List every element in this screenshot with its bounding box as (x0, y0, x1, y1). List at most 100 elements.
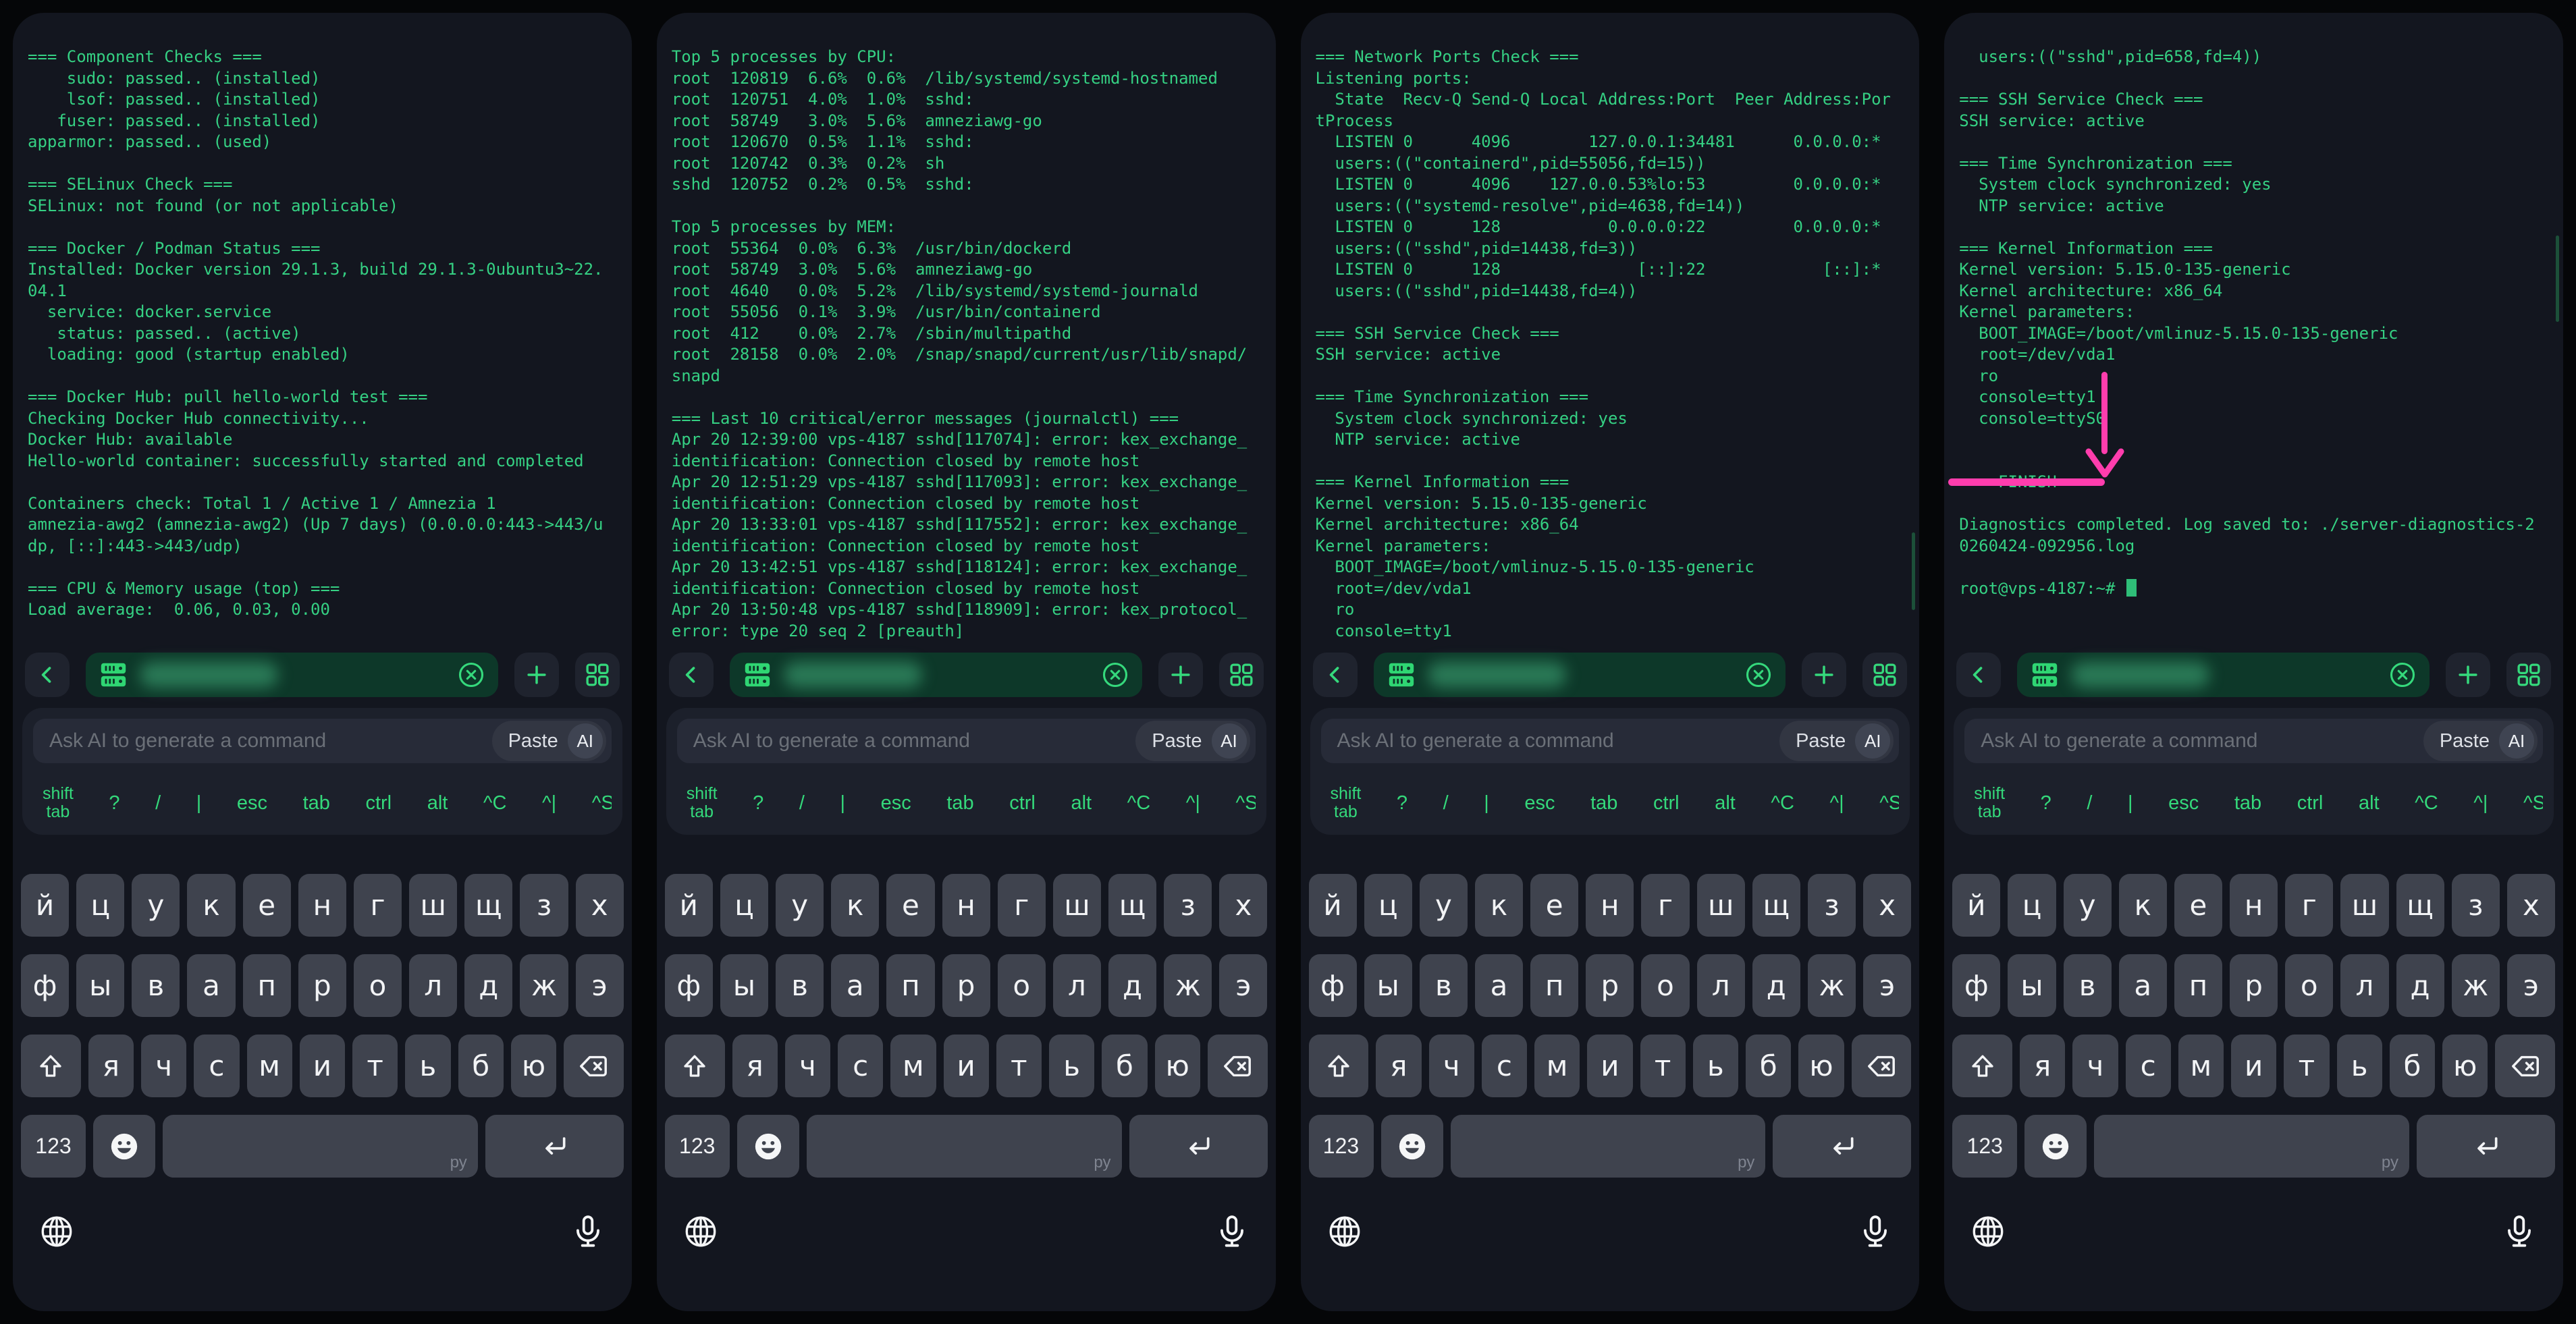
key-г[interactable]: г (1641, 874, 1689, 937)
key-р[interactable]: р (2230, 954, 2278, 1017)
shift-key[interactable] (21, 1035, 81, 1097)
shortcut-key[interactable]: shift tab (687, 785, 718, 821)
key-я[interactable]: я (1376, 1035, 1421, 1097)
key-д[interactable]: д (464, 954, 512, 1017)
key-т[interactable]: т (1640, 1035, 1686, 1097)
sessions-grid-button[interactable] (1862, 653, 1907, 697)
key-у[interactable]: у (776, 874, 824, 937)
paste-button[interactable]: Paste AI (492, 721, 606, 761)
key-ю[interactable]: ю (511, 1035, 556, 1097)
numbers-key[interactable]: 123 (1952, 1115, 2017, 1178)
key-м[interactable]: м (890, 1035, 936, 1097)
key-г[interactable]: г (2285, 874, 2333, 937)
key-й[interactable]: й (665, 874, 713, 937)
paste-button[interactable]: Paste AI (2423, 721, 2538, 761)
shortcut-key[interactable]: ^S (1879, 792, 1899, 815)
shortcut-key[interactable]: ctrl (2297, 792, 2324, 815)
return-key[interactable] (2417, 1115, 2555, 1178)
key-х[interactable]: х (576, 874, 624, 937)
space-key[interactable]: ру (163, 1115, 478, 1178)
key-д[interactable]: д (1108, 954, 1156, 1017)
key-ц[interactable]: ц (1364, 874, 1412, 937)
keyboard-switch-button[interactable] (682, 1213, 719, 1250)
key-ш[interactable]: ш (409, 874, 457, 937)
shortcut-key[interactable]: alt (2359, 792, 2380, 815)
sessions-grid-button[interactable] (2506, 653, 2551, 697)
key-з[interactable]: з (1164, 874, 1212, 937)
shortcut-key[interactable]: / (1443, 792, 1449, 815)
key-а[interactable]: а (2119, 954, 2167, 1017)
key-я[interactable]: я (88, 1035, 134, 1097)
key-п[interactable]: п (243, 954, 291, 1017)
return-key[interactable] (1773, 1115, 1911, 1178)
shift-key[interactable] (1309, 1035, 1369, 1097)
key-э[interactable]: э (576, 954, 624, 1017)
dictation-button[interactable] (1857, 1213, 1894, 1250)
shortcut-key[interactable]: shift tab (1331, 785, 1362, 821)
shortcut-key[interactable]: ^S (592, 792, 612, 815)
key-а[interactable]: а (187, 954, 235, 1017)
key-й[interactable]: й (21, 874, 69, 937)
key-д[interactable]: д (1752, 954, 1800, 1017)
space-key[interactable]: ру (1451, 1115, 1766, 1178)
key-ы[interactable]: ы (1364, 954, 1412, 1017)
dictation-button[interactable] (1214, 1213, 1250, 1250)
close-session-icon[interactable] (1100, 660, 1130, 690)
key-р[interactable]: р (1586, 954, 1634, 1017)
terminal-output[interactable]: Top 5 processes by CPU:root 120819 6.6% … (657, 13, 1276, 640)
key-с[interactable]: с (194, 1035, 239, 1097)
key-ш[interactable]: ш (1697, 874, 1745, 937)
key-м[interactable]: м (247, 1035, 292, 1097)
ai-command-input[interactable]: Ask AI to generate a command Paste AI (1321, 719, 1900, 763)
emoji-key[interactable] (93, 1115, 155, 1178)
key-л[interactable]: л (2340, 954, 2388, 1017)
shortcut-key[interactable]: | (196, 792, 202, 815)
key-д[interactable]: д (2396, 954, 2444, 1017)
space-key[interactable]: ру (807, 1115, 1122, 1178)
keyboard-switch-button[interactable] (1970, 1213, 2006, 1250)
key-ж[interactable]: ж (1808, 954, 1856, 1017)
key-ы[interactable]: ы (720, 954, 768, 1017)
keyboard-switch-button[interactable] (38, 1213, 75, 1250)
key-б[interactable]: б (1746, 1035, 1791, 1097)
key-я[interactable]: я (732, 1035, 778, 1097)
shortcut-key[interactable]: tab (1590, 792, 1617, 815)
numbers-key[interactable]: 123 (665, 1115, 730, 1178)
back-button[interactable] (1956, 653, 2001, 697)
shortcut-key[interactable]: ^S (1235, 792, 1255, 815)
key-н[interactable]: н (298, 874, 346, 937)
back-button[interactable] (25, 653, 70, 697)
key-р[interactable]: р (298, 954, 346, 1017)
new-session-button[interactable] (1802, 653, 1846, 697)
key-у[interactable]: у (1420, 874, 1468, 937)
key-о[interactable]: о (2285, 954, 2333, 1017)
key-б[interactable]: б (2390, 1035, 2435, 1097)
shortcut-key[interactable]: ? (1397, 792, 1407, 815)
key-а[interactable]: а (831, 954, 879, 1017)
key-к[interactable]: к (831, 874, 879, 937)
backspace-key[interactable] (564, 1035, 624, 1097)
key-х[interactable]: х (1863, 874, 1911, 937)
key-в[interactable]: в (132, 954, 180, 1017)
shortcut-key[interactable]: ^S (2523, 792, 2543, 815)
shortcut-key[interactable]: esc (1524, 792, 1555, 815)
shortcut-key[interactable]: alt (1071, 792, 1092, 815)
shortcut-key[interactable]: ? (753, 792, 763, 815)
shortcut-key[interactable]: ctrl (365, 792, 392, 815)
numbers-key[interactable]: 123 (1309, 1115, 1374, 1178)
key-о[interactable]: о (354, 954, 402, 1017)
key-н[interactable]: н (1586, 874, 1634, 937)
key-л[interactable]: л (409, 954, 457, 1017)
key-ю[interactable]: ю (1798, 1035, 1844, 1097)
ai-badge[interactable]: AI (568, 723, 603, 758)
key-л[interactable]: л (1697, 954, 1745, 1017)
ai-command-input[interactable]: Ask AI to generate a command Paste AI (33, 719, 612, 763)
shortcut-key[interactable]: ctrl (1653, 792, 1680, 815)
key-у[interactable]: у (2064, 874, 2112, 937)
shortcut-key[interactable]: esc (237, 792, 267, 815)
key-ц[interactable]: ц (2008, 874, 2056, 937)
shortcut-key[interactable]: ctrl (1009, 792, 1036, 815)
shortcut-key[interactable]: shift tab (43, 785, 74, 821)
key-с[interactable]: с (1482, 1035, 1527, 1097)
key-к[interactable]: к (1475, 874, 1523, 937)
